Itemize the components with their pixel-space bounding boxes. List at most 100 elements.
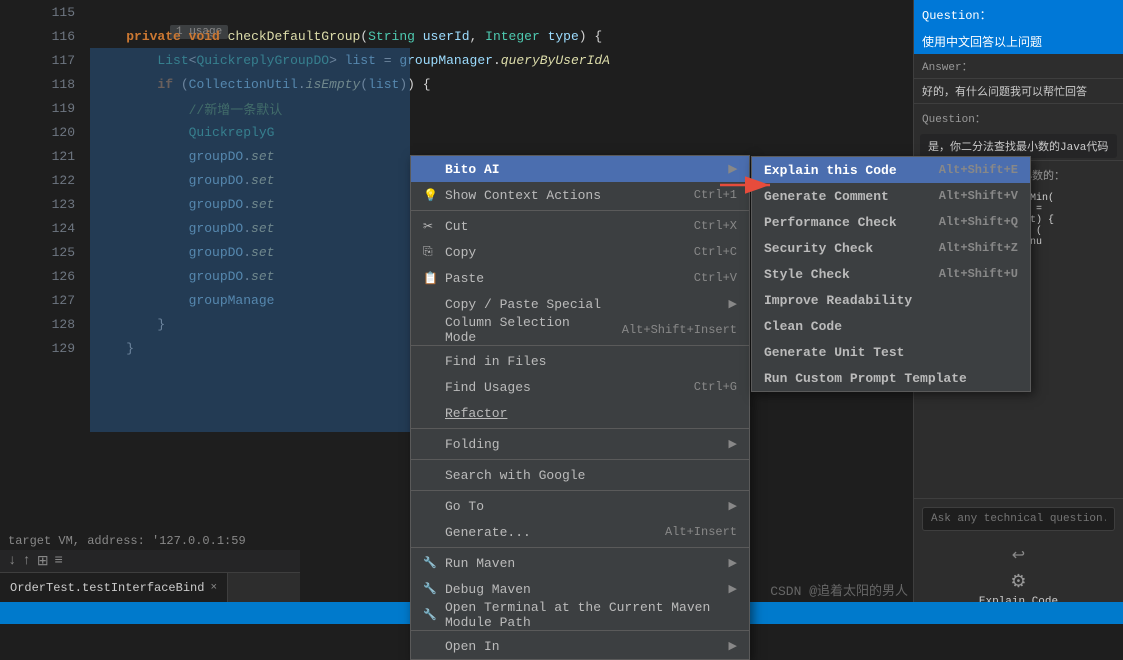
menu-item-show-context[interactable]: 💡 Show Context Actions Ctrl+1 xyxy=(411,182,749,208)
column-selection-label: Column Selection Mode xyxy=(445,315,602,345)
terminal-down-icon: ↓ xyxy=(8,553,16,569)
answer-label: Answer： xyxy=(914,54,1123,79)
menu-item-folding[interactable]: Folding ▶ xyxy=(411,431,749,457)
style-check-label: Style Check xyxy=(764,267,939,282)
debug-maven-icon: 🔧 xyxy=(423,582,441,596)
menu-item-bito-ai[interactable]: Bito AI ▶ Explain this Code Alt+Shift+E … xyxy=(411,156,749,182)
submenu-clean-code[interactable]: Clean Code xyxy=(752,313,1030,339)
performance-check-label: Performance Check xyxy=(764,215,939,230)
menu-item-open-terminal[interactable]: 🔧 Open Terminal at the Current Maven Mod… xyxy=(411,602,749,628)
submenu-generate-comment[interactable]: Generate Comment Alt+Shift+V xyxy=(752,183,1030,209)
open-terminal-icon: 🔧 xyxy=(423,608,441,622)
menu-item-run-maven[interactable]: 🔧 Run Maven ▶ xyxy=(411,550,749,576)
copy-icon: ⎘ xyxy=(423,245,441,259)
code-line-120: 120 QuickreplyG xyxy=(45,120,923,144)
submenu-performance-check[interactable]: Performance Check Alt+Shift+Q xyxy=(752,209,1030,235)
separator-2 xyxy=(411,345,749,346)
bito-ai-label: Bito AI xyxy=(445,162,725,177)
folding-arrow-icon: ▶ xyxy=(729,437,737,451)
submenu-style-check[interactable]: Style Check Alt+Shift+U xyxy=(752,261,1030,287)
separator-6 xyxy=(411,547,749,548)
improve-readability-label: Improve Readability xyxy=(764,293,1018,308)
bito-submenu: Explain this Code Alt+Shift+E Generate C… xyxy=(751,156,1031,392)
menu-item-go-to[interactable]: Go To ▶ xyxy=(411,493,749,519)
menu-item-debug-maven[interactable]: 🔧 Debug Maven ▶ xyxy=(411,576,749,602)
separator-5 xyxy=(411,490,749,491)
copy-label: Copy xyxy=(445,245,674,260)
watermark: CSDN @追着太阳的男人 xyxy=(770,580,908,599)
explain-icon: ⚙ xyxy=(1010,571,1026,593)
menu-item-cut[interactable]: ✂ Cut Ctrl+X xyxy=(411,213,749,239)
menu-item-copy[interactable]: ⎘ Copy Ctrl+C xyxy=(411,239,749,265)
context-menu: Bito AI ▶ Explain this Code Alt+Shift+E … xyxy=(410,155,750,660)
open-terminal-label: Open Terminal at the Current Maven Modul… xyxy=(445,600,737,630)
performance-check-shortcut: Alt+Shift+Q xyxy=(939,215,1018,229)
debug-maven-arrow-icon: ▶ xyxy=(729,582,737,596)
run-maven-icon: 🔧 xyxy=(423,556,441,570)
menu-item-open-in[interactable]: Open In ▶ xyxy=(411,633,749,659)
question-label-1: Question： xyxy=(914,0,1123,29)
copy-paste-special-label: Copy / Paste Special xyxy=(445,297,725,312)
search-google-label: Search with Google xyxy=(445,468,737,483)
security-check-shortcut: Alt+Shift+Z xyxy=(939,241,1018,255)
code-line-118: 118 if (CollectionUtil.isEmpty(list)) { xyxy=(45,72,923,96)
menu-item-column-selection[interactable]: Column Selection Mode Alt+Shift+Insert xyxy=(411,317,749,343)
tab-label: OrderTest.testInterfaceBind xyxy=(10,581,204,595)
terminal-toolbar: ↓ ↑ ⊞ ≡ xyxy=(0,550,300,572)
security-check-label: Security Check xyxy=(764,241,939,256)
submenu-generate-unit-test[interactable]: Generate Unit Test xyxy=(752,339,1030,365)
menu-item-search-google[interactable]: Search with Google xyxy=(411,462,749,488)
terminal-grid-icon: ⊞ xyxy=(37,553,49,570)
copy-paste-special-arrow-icon: ▶ xyxy=(729,297,737,311)
paste-icon: 📋 xyxy=(423,271,441,286)
terminal-lines-icon: ≡ xyxy=(55,553,63,569)
separator-7 xyxy=(411,630,749,631)
generate-comment-shortcut: Alt+Shift+V xyxy=(939,189,1018,203)
generate-comment-label: Generate Comment xyxy=(764,189,939,204)
submenu-security-check[interactable]: Security Check Alt+Shift+Z xyxy=(752,235,1030,261)
undo-icon: ↩ xyxy=(1012,545,1025,565)
menu-item-copy-paste-special[interactable]: Copy / Paste Special ▶ xyxy=(411,291,749,317)
code-line-119: 119 //新增一条默认 xyxy=(45,96,923,120)
run-maven-arrow-icon: ▶ xyxy=(729,556,737,570)
submenu-improve-readability[interactable]: Improve Readability xyxy=(752,287,1030,313)
run-custom-prompt-label: Run Custom Prompt Template xyxy=(764,371,1018,386)
paste-shortcut: Ctrl+V xyxy=(694,271,737,285)
separator-4 xyxy=(411,459,749,460)
cut-label: Cut xyxy=(445,219,674,234)
open-in-label: Open In xyxy=(445,639,725,654)
column-selection-shortcut: Alt+Shift+Insert xyxy=(622,323,737,337)
code-line-117: 117 List<QuickreplyGroupDO> list = group… xyxy=(45,48,923,72)
paste-label: Paste xyxy=(445,271,674,286)
menu-item-generate[interactable]: Generate... Alt+Insert xyxy=(411,519,749,545)
separator-1 xyxy=(411,210,749,211)
tab-close-button[interactable]: × xyxy=(210,582,217,594)
question-text-1: 使用中文回答以上问题 xyxy=(914,29,1123,54)
code-line-116: 116 private void checkDefaultGroup(Strin… xyxy=(45,24,923,48)
editor-tab[interactable]: OrderTest.testInterfaceBind × xyxy=(0,573,228,602)
menu-item-paste[interactable]: 📋 Paste Ctrl+V xyxy=(411,265,749,291)
menu-item-refactor[interactable]: Refactor xyxy=(411,400,749,426)
run-maven-label: Run Maven xyxy=(445,556,725,571)
menu-item-find-in-files[interactable]: Find in Files xyxy=(411,348,749,374)
question-label-2: Question： xyxy=(914,104,1123,132)
find-in-files-label: Find in Files xyxy=(445,354,737,369)
ask-input[interactable] xyxy=(922,507,1115,531)
bito-arrow-icon: ▶ xyxy=(729,162,737,176)
folding-label: Folding xyxy=(445,437,725,452)
go-to-label: Go To xyxy=(445,499,725,514)
cut-icon: ✂ xyxy=(423,219,441,234)
submenu-explain-code[interactable]: Explain this Code Alt+Shift+E xyxy=(752,157,1030,183)
open-in-arrow-icon: ▶ xyxy=(729,639,737,653)
submenu-run-custom-prompt[interactable]: Run Custom Prompt Template xyxy=(752,365,1030,391)
explain-code-shortcut: Alt+Shift+E xyxy=(939,163,1018,177)
clean-code-label: Clean Code xyxy=(764,319,1018,334)
find-usages-shortcut: Ctrl+G xyxy=(694,380,737,394)
separator-3 xyxy=(411,428,749,429)
copy-shortcut: Ctrl+C xyxy=(694,245,737,259)
menu-item-find-usages[interactable]: Find Usages Ctrl+G xyxy=(411,374,749,400)
code-line-115: 115 xyxy=(45,0,923,24)
tab-bar: OrderTest.testInterfaceBind × xyxy=(0,572,300,602)
generate-shortcut: Alt+Insert xyxy=(665,525,737,539)
generate-label: Generate... xyxy=(445,525,645,540)
